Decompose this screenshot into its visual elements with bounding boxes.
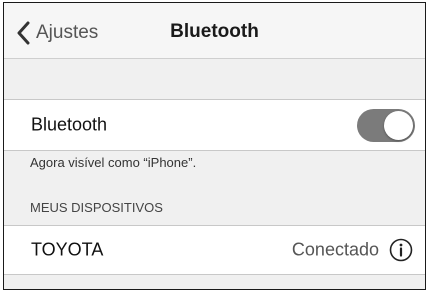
bluetooth-toggle[interactable] [357,109,415,142]
settings-screen: Ajustes Bluetooth Bluetooth Agora visíve… [3,2,426,290]
device-status: Conectado [291,239,379,260]
chevron-left-icon [16,21,30,45]
bluetooth-label: Bluetooth [31,114,108,135]
bluetooth-row: Bluetooth [4,99,425,151]
navigation-bar: Ajustes Bluetooth [4,3,425,59]
back-button[interactable]: Ajustes [16,19,98,47]
device-name: TOYOTA [31,239,104,260]
my-devices-header: MEUS DISPOSITIVOS [30,200,163,215]
visibility-note: Agora visível como “iPhone”. [30,155,197,170]
device-row-toyota[interactable]: TOYOTA Conectado [4,225,425,275]
info-icon[interactable] [389,238,413,262]
toggle-knob [384,111,413,140]
back-label: Ajustes [36,22,99,43]
